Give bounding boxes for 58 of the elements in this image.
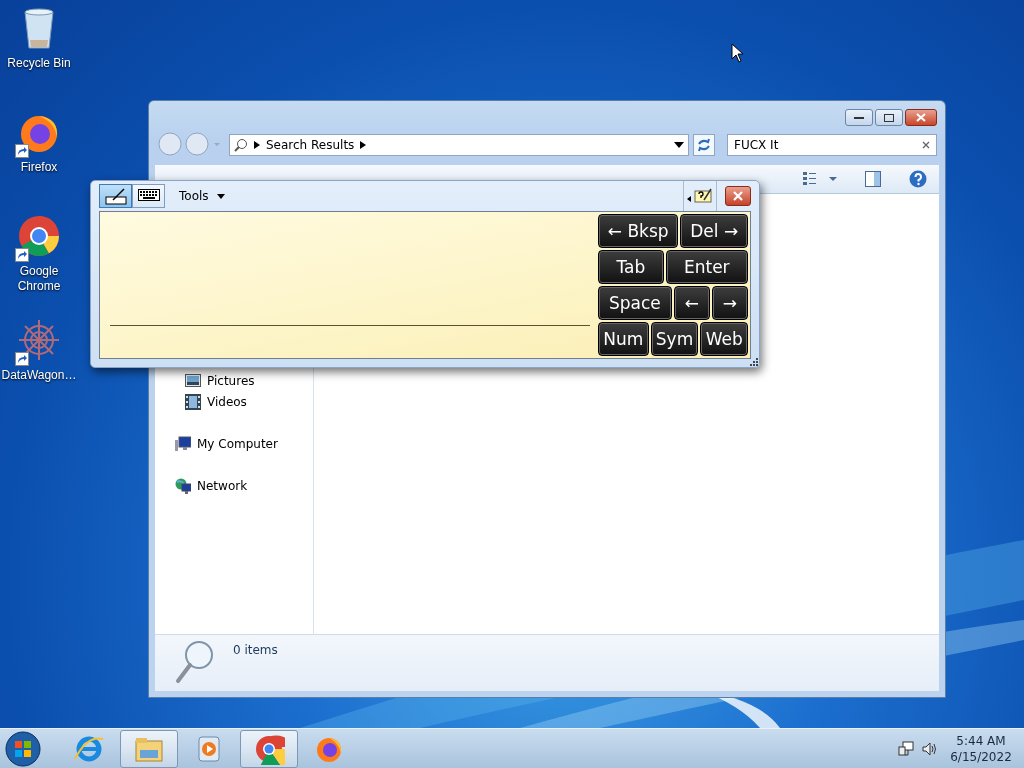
close-button[interactable] [725, 186, 751, 206]
close-icon[interactable] [733, 191, 743, 201]
clock-date[interactable]: 6/15/2022 [950, 749, 1012, 765]
nav-item[interactable]: Network [155, 475, 313, 496]
mode-button[interactable] [132, 184, 165, 208]
network-icon [175, 477, 191, 494]
views-icon[interactable] [803, 171, 837, 187]
close-icon[interactable] [916, 113, 926, 122]
key[interactable]: Enter [665, 250, 748, 284]
start-button[interactable] [5, 731, 41, 767]
pictures-icon [185, 372, 201, 389]
magnifier-icon [175, 639, 215, 685]
address-text: Search Results [266, 138, 355, 152]
taskbar-button[interactable] [240, 730, 298, 768]
tools-menu[interactable]: Tools [179, 189, 225, 203]
search-field[interactable]: FUCX It [727, 134, 937, 156]
help-icon[interactable] [909, 170, 927, 188]
desktop-icon-label[interactable]: DataWagon… [0, 368, 78, 383]
help-note-icon[interactable] [687, 187, 713, 205]
key[interactable]: Web [700, 322, 748, 356]
desktop-icon-label[interactable]: Recycle Bin [0, 56, 78, 71]
computer-icon [175, 435, 191, 452]
preview-pane-icon[interactable] [865, 171, 881, 187]
key[interactable]: ← Bksp [598, 214, 679, 248]
key[interactable]: Sym [650, 322, 699, 356]
item-count: 0 items [233, 643, 278, 657]
clock-time[interactable]: 5:44 AM [956, 733, 1006, 749]
resize-grip-icon[interactable] [750, 358, 758, 366]
nav-item[interactable]: My Computer [155, 433, 313, 454]
desktop-icon-label[interactable]: Firefox [0, 160, 78, 175]
taskbar-button[interactable] [120, 730, 178, 768]
browser-icon [253, 733, 285, 765]
mode-button[interactable] [99, 184, 132, 208]
minimize-button[interactable] [845, 109, 873, 126]
help-button[interactable] [683, 181, 717, 211]
speaker-icon[interactable] [922, 741, 938, 757]
clear-icon[interactable] [922, 141, 930, 149]
desktop-icon-label[interactable]: Google Chrome [0, 264, 78, 294]
key[interactable]: Space [598, 286, 672, 320]
network-status-icon[interactable] [898, 741, 914, 757]
mouse-pointer-icon [731, 43, 745, 63]
key[interactable]: Num [598, 322, 649, 356]
dropdown-icon[interactable] [674, 142, 684, 148]
nav-item[interactable]: Videos [155, 391, 313, 412]
key[interactable]: Del → [680, 214, 748, 248]
key[interactable]: ← [673, 286, 710, 320]
maximize-button[interactable] [875, 109, 903, 126]
key[interactable]: → [711, 286, 748, 320]
key[interactable]: Tab [598, 250, 664, 284]
nav-item[interactable]: Pictures [155, 370, 313, 391]
chevron-icon [254, 141, 260, 149]
film-icon [185, 393, 201, 410]
maximize-icon[interactable] [884, 113, 894, 122]
chevron-icon [360, 141, 367, 149]
address-bar[interactable]: Search Results [229, 134, 689, 156]
pen-icon [104, 187, 127, 205]
search-icon [234, 138, 248, 152]
close-button[interactable] [905, 109, 937, 126]
